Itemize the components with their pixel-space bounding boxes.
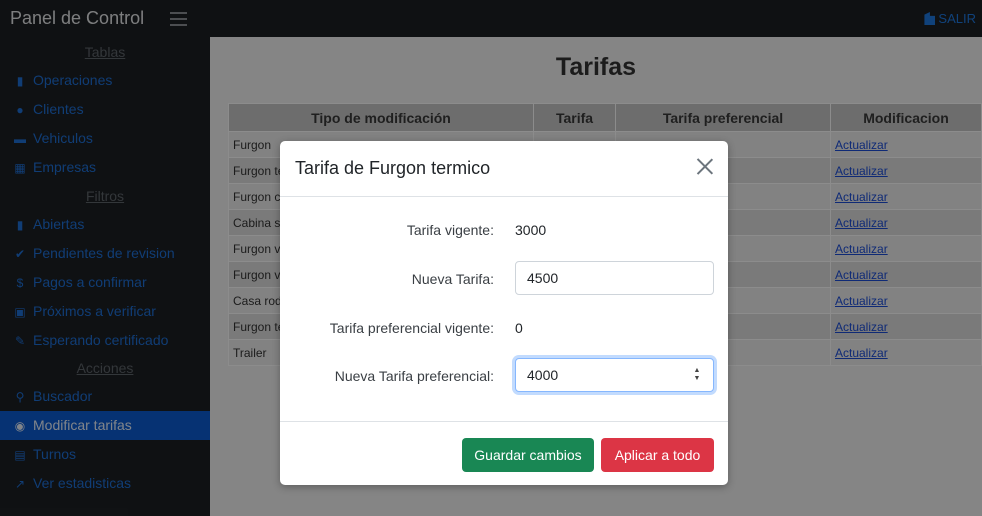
close-icon[interactable] [696, 157, 714, 175]
modal-footer: Guardar cambios Aplicar a todo [280, 421, 728, 485]
new-pref-rate-input[interactable]: 4000 ▲ ▼ [515, 358, 714, 392]
modal-title: Tarifa de Furgon termico [295, 158, 491, 178]
new-rate-label: Nueva Tarifa: [411, 271, 494, 287]
current-rate-value: 3000 [515, 222, 547, 238]
current-pref-rate-value: 0 [515, 320, 523, 336]
number-spinner-icon[interactable]: ▲ ▼ [693, 367, 701, 383]
apply-all-button[interactable]: Aplicar a todo [601, 438, 714, 472]
new-pref-rate-label: Nueva Tarifa preferencial: [334, 368, 494, 384]
tarifa-modal: Tarifa de Furgon termico Tarifa vigente:… [280, 141, 728, 485]
current-rate-label: Tarifa vigente: [406, 222, 494, 238]
new-rate-input[interactable]: 4500 [515, 261, 714, 295]
new-pref-rate-value: 4000 [527, 367, 559, 383]
save-button[interactable]: Guardar cambios [462, 438, 594, 472]
modal-header: Tarifa de Furgon termico [280, 141, 728, 197]
current-pref-rate-label: Tarifa preferencial vigente: [329, 320, 494, 336]
